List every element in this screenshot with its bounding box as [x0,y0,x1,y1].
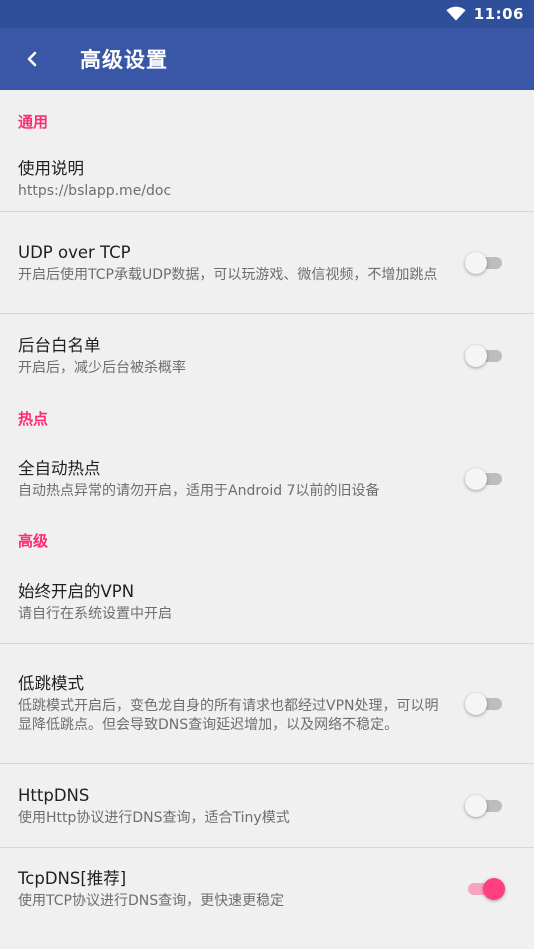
wifi-icon [446,6,466,21]
pref-udp-over-tcp[interactable]: UDP over TCP 开启后使用TCP承载UDP数据，可以玩游戏、微信视频，… [0,212,534,314]
pref-background-whitelist[interactable]: 后台白名单 开启后，减少后台被杀概率 [0,314,534,398]
pref-summary: 自动热点异常的请勿开启，适用于Android 7以前的旧设备 [18,483,380,499]
pref-summary: 开启后使用TCP承载UDP数据，可以玩游戏、微信视频，不增加跳点 [18,266,438,283]
section-header-advanced: 高级 [18,531,49,550]
back-button[interactable] [20,47,44,71]
pref-summary: 使用Http协议进行DNS查询，适合Tiny模式 [18,809,290,826]
pref-title: 使用说明 [18,158,84,178]
pref-low-hop-mode[interactable]: 低跳模式 低跳模式开启后，变色龙自身的所有请求也都经过VPN处理，可以明显降低跳… [0,644,534,764]
pref-auto-hotspot[interactable]: 全自动热点 自动热点异常的请勿开启，适用于Android 7以前的旧设备 [0,438,534,520]
switch-thumb [465,251,487,274]
switch-thumb [465,468,487,490]
status-time: 11:06 [473,5,524,23]
httpdns-switch[interactable] [465,794,502,817]
app-bar: 高级设置 [0,28,534,90]
section-header-general: 通用 [18,112,49,131]
auto-hotspot-switch[interactable] [465,468,502,490]
pref-summary: 开启后，减少后台被杀概率 [18,360,186,376]
switch-thumb [465,692,487,715]
pref-usage[interactable]: 使用说明 https://bslapp.me/doc [0,146,534,212]
switch-thumb [483,878,505,900]
pref-title: 低跳模式 [18,674,84,693]
pref-title: TcpDNS[推荐] [18,869,127,888]
back-arrow-icon [27,51,37,67]
pref-httpdns[interactable]: HttpDNS 使用Http协议进行DNS查询，适合Tiny模式 [0,764,534,848]
pref-summary: 请自行在系统设置中开启 [18,605,172,622]
pref-title: 后台白名单 [18,336,101,355]
background-whitelist-switch[interactable] [465,345,502,367]
pref-tcpdns[interactable]: TcpDNS[推荐] 使用TCP协议进行DNS查询，更快速更稳定 [0,848,534,930]
status-bar: 11:06 [0,0,534,28]
settings-list: 通用 使用说明 https://bslapp.me/doc UDP over T… [0,90,534,930]
pref-summary: 低跳模式开启后，变色龙自身的所有请求也都经过VPN处理，可以明显降低跳点。但会导… [18,698,439,733]
switch-thumb [465,345,487,367]
tcpdns-switch[interactable] [468,878,505,900]
pref-title: 全自动热点 [18,459,101,478]
pref-title: HttpDNS [18,785,90,805]
pref-summary: https://bslapp.me/doc [18,182,172,199]
pref-title: UDP over TCP [18,242,131,262]
udp-over-tcp-switch[interactable] [465,251,502,274]
page-title: 高级设置 [80,48,168,72]
pref-title: 始终开启的VPN [18,581,135,601]
switch-thumb [465,794,487,817]
section-header-hotspot: 热点 [18,409,49,428]
pref-summary: 使用TCP协议进行DNS查询，更快速更稳定 [18,893,285,909]
pref-always-on-vpn[interactable]: 始终开启的VPN 请自行在系统设置中开启 [0,560,534,644]
low-hop-mode-switch[interactable] [465,692,502,715]
